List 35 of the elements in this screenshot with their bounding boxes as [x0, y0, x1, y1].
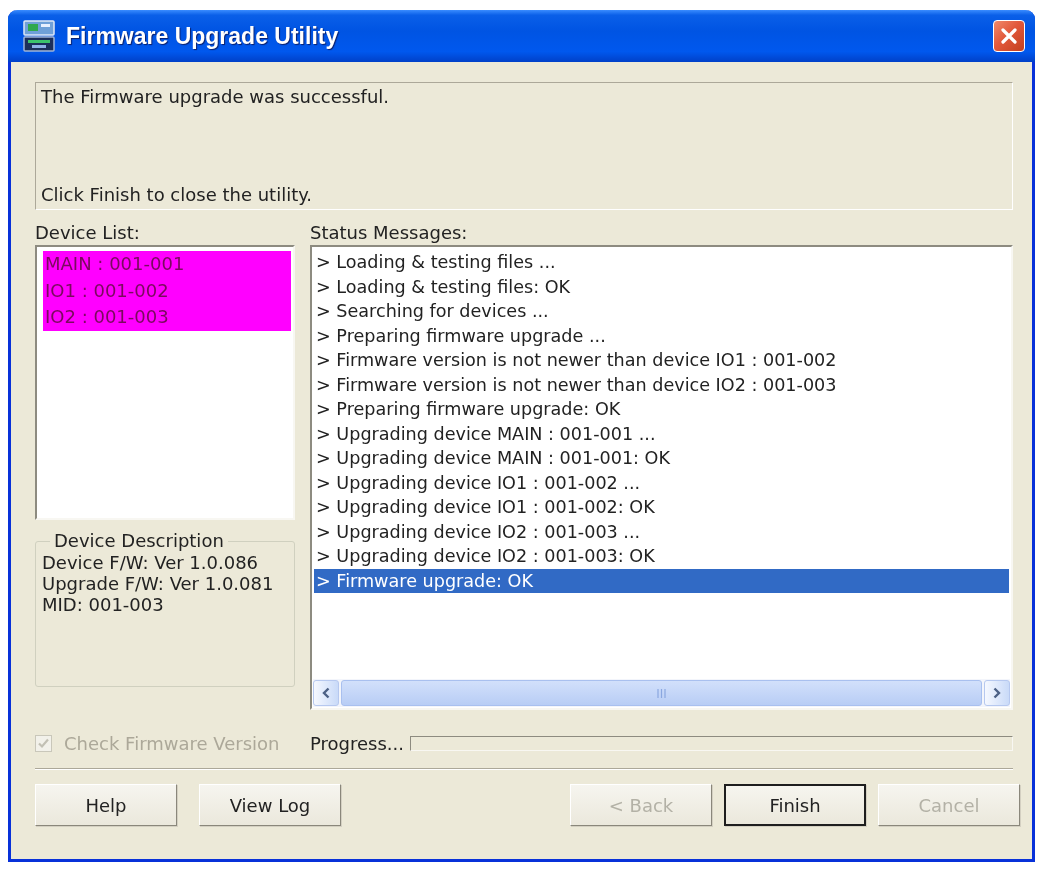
dialog-button[interactable]: Help [35, 784, 177, 826]
scroll-right-button[interactable] [984, 680, 1010, 706]
status-message[interactable]: > Loading & testing files ... [314, 250, 1009, 275]
chevron-left-icon [322, 687, 330, 699]
status-message[interactable]: > Preparing firmware upgrade ... [314, 323, 1009, 348]
status-message[interactable]: > Upgrading device IO2 : 001-003 ... [314, 519, 1009, 544]
scroll-left-button[interactable] [313, 680, 339, 706]
close-icon [1001, 28, 1017, 44]
status-message[interactable]: > Upgrading device MAIN : 001-001: OK [314, 446, 1009, 471]
status-message[interactable]: > Upgrading device IO1 : 001-002: OK [314, 495, 1009, 520]
status-message[interactable]: > Upgrading device IO2 : 001-003: OK [314, 544, 1009, 569]
chevron-right-icon [993, 687, 1001, 699]
status-message[interactable]: > Firmware version is not newer than device IO2 : 001-003 [314, 372, 1009, 397]
status-message[interactable]: > Searching for devices ... [314, 299, 1009, 324]
close-button[interactable] [993, 20, 1025, 52]
message-text: The Firmware upgrade was successful. [41, 86, 390, 108]
group-title: Device Description [53, 530, 225, 552]
grip-icon [657, 688, 666, 698]
dialog-button[interactable]: View Log [199, 784, 341, 826]
status-message[interactable]: > Preparing firmware upgrade: OK [314, 397, 1009, 422]
window-title: Firmware Upgrade Utility [66, 22, 340, 50]
progress-label: Progress... [310, 732, 404, 754]
dialog-button[interactable]: Finish [724, 784, 866, 826]
status-message[interactable]: > Loading & testing files: OK [314, 274, 1009, 299]
computer-icon [22, 20, 56, 52]
status-messages-label: Status Messages: [310, 222, 468, 245]
device-list-label: Device List: [35, 222, 140, 245]
description-line: MID: 001-003 [42, 594, 164, 615]
message-text: Click Finish to close the utility. [41, 184, 313, 206]
description-line: Device F/W: Ver 1.0.086 [42, 552, 259, 573]
status-message[interactable]: > Upgrading device IO1 : 001-002 ... [314, 470, 1009, 495]
status-message[interactable]: > Firmware upgrade: OK [314, 568, 1009, 593]
status-message[interactable]: > Firmware version is not newer than device IO1 : 001-002 [314, 348, 1009, 373]
status-message[interactable]: > Upgrading device MAIN : 001-001 ... [314, 421, 1009, 446]
description-line: Upgrade F/W: Ver 1.0.081 [42, 573, 274, 594]
